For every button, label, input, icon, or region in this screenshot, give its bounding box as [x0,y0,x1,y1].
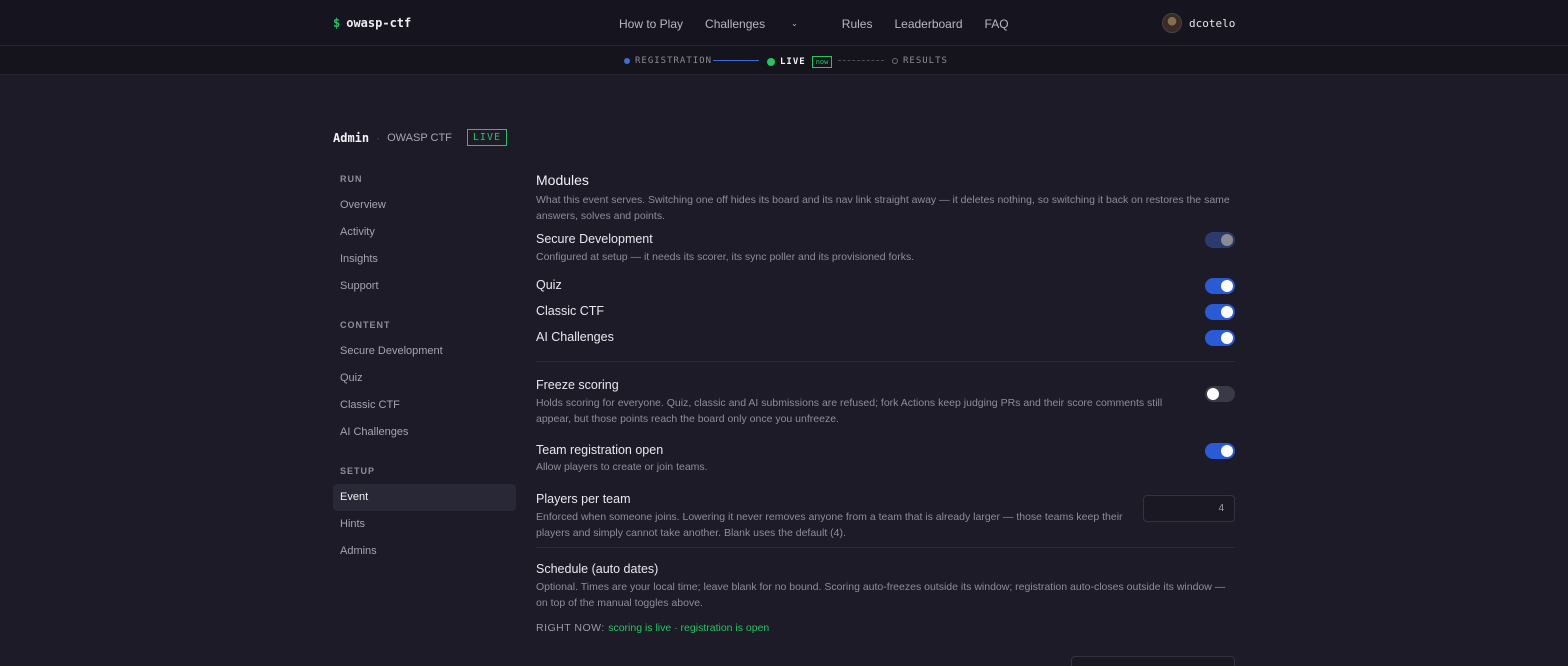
phase-connector [713,60,759,61]
phase-registration: REGISTRATION [624,56,712,66]
module-label: AI Challenges [536,330,614,344]
players-per-team-input[interactable]: 4 [1143,495,1235,522]
nav-leaderboard[interactable]: Leaderboard [894,17,962,31]
sidebar-item-event[interactable]: Event [333,484,516,511]
schedule-status: RIGHT NOW: scoring is live · registratio… [536,622,1235,634]
module-row-quiz: Quiz [536,274,1235,300]
chevron-down-icon: ⌄ [791,19,798,28]
event-settings: Modules What this event serves. Switchin… [536,172,1235,634]
phase-results-label: RESULTS [903,56,948,66]
breadcrumb-event: OWASP CTF [387,131,452,144]
secure-development-toggle [1205,232,1235,248]
module-label: Secure Development [536,232,653,246]
username: dcotelo [1189,16,1236,30]
phase-live: LIVE now [767,56,833,68]
sidebar-item-admins[interactable]: Admins [333,538,516,565]
nav-rules[interactable]: Rules [842,17,873,31]
breadcrumb-admin[interactable]: Admin [333,131,369,145]
sidebar-item-classic-ctf[interactable]: Classic CTF [333,392,516,419]
divider [536,547,1235,548]
players-per-team-description: Enforced when someone joins. Lowering it… [536,511,1123,539]
quiz-toggle[interactable] [1205,278,1235,294]
divider [536,361,1235,362]
main-nav: How to Play Challenges ⌄ Rules Leaderboar… [619,17,1031,31]
sidebar-item-activity[interactable]: Activity [333,219,516,246]
module-label: Quiz [536,278,562,292]
modules-title: Modules [536,172,589,188]
nav-how-to-play[interactable]: How to Play [619,17,683,31]
brand-logo[interactable]: $ owasp-ctf [333,16,411,30]
sidebar-item-quiz[interactable]: Quiz [333,365,516,392]
team-registration-toggle[interactable] [1205,443,1235,459]
phase-live-label: LIVE [780,57,806,67]
freeze-scoring-row: Freeze scoring Holds scoring for everyon… [536,378,1235,432]
ai-challenges-toggle[interactable] [1205,330,1235,346]
phase-results: RESULTS [892,56,948,66]
sidebar-item-overview[interactable]: Overview [333,192,516,219]
team-registration-row: Team registration open Allow players to … [536,443,1235,481]
nav-challenges[interactable]: Challenges ⌄ [705,17,820,31]
top-nav: $ owasp-ctf How to Play Challenges ⌄ Rules… [0,0,1568,46]
sidebar-item-hints[interactable]: Hints [333,511,516,538]
module-row-classic-ctf: Classic CTF [536,300,1235,326]
sidebar-item-secure-development[interactable]: Secure Development [333,338,516,365]
brand-name: owasp-ctf [346,16,412,30]
classic-ctf-toggle[interactable] [1205,304,1235,320]
phase-dot-icon [767,58,775,66]
freeze-scoring-description: Holds scoring for everyone. Quiz, classi… [536,397,1163,425]
right-now-value: scoring is live · registration is open [608,622,770,634]
players-per-team-row: Players per team Enforced when someone j… [536,492,1235,546]
module-row-ai-challenges: AI Challenges [536,326,1235,352]
freeze-scoring-title: Freeze scoring [536,378,619,392]
prompt-icon: $ [333,16,341,30]
phase-registration-label: REGISTRATION [635,56,713,66]
sidebar-section-setup: SETUP [340,466,376,476]
module-note: Configured at setup — it needs its score… [536,251,915,263]
schedule-select[interactable] [1071,656,1235,666]
breadcrumb: Admin · OWASP CTF LIVE [333,129,507,146]
admin-sidebar: RUN Overview Activity Insights Support C… [333,170,516,565]
sidebar-item-ai-challenges[interactable]: AI Challenges [333,419,516,446]
team-registration-title: Team registration open [536,443,664,457]
schedule-section: Schedule (auto dates) Optional. Times ar… [536,562,1235,634]
right-now-label: RIGHT NOW: [536,622,605,634]
nav-challenges-label: Challenges [705,17,766,31]
players-per-team-title: Players per team [536,492,631,506]
sidebar-item-insights[interactable]: Insights [333,246,516,273]
sidebar-section-content: CONTENT [340,320,391,330]
now-badge: now [811,56,833,68]
modules-description: What this event serves. Switching one of… [536,194,1230,222]
module-label: Classic CTF [536,304,605,318]
module-row-secure-development: Secure Development Configured at setup —… [536,232,1235,274]
phase-dot-icon [624,58,630,64]
team-registration-description: Allow players to create or join teams. [536,461,708,473]
sidebar-item-support[interactable]: Support [333,273,516,300]
phase-connector-dashed [838,60,884,61]
nav-faq[interactable]: FAQ [985,17,1009,31]
user-menu[interactable]: dcotelo [1162,13,1235,33]
event-phase-bar: REGISTRATION LIVE now RESULTS [0,46,1568,75]
schedule-description: Optional. Times are your local time; lea… [536,581,1226,609]
avatar [1162,13,1182,33]
freeze-scoring-toggle[interactable] [1205,386,1235,402]
breadcrumb-separator: · [376,130,381,145]
schedule-title: Schedule (auto dates) [536,562,659,576]
status-badge: LIVE [466,129,507,146]
sidebar-section-run: RUN [340,174,363,184]
phase-dot-icon [892,58,898,64]
